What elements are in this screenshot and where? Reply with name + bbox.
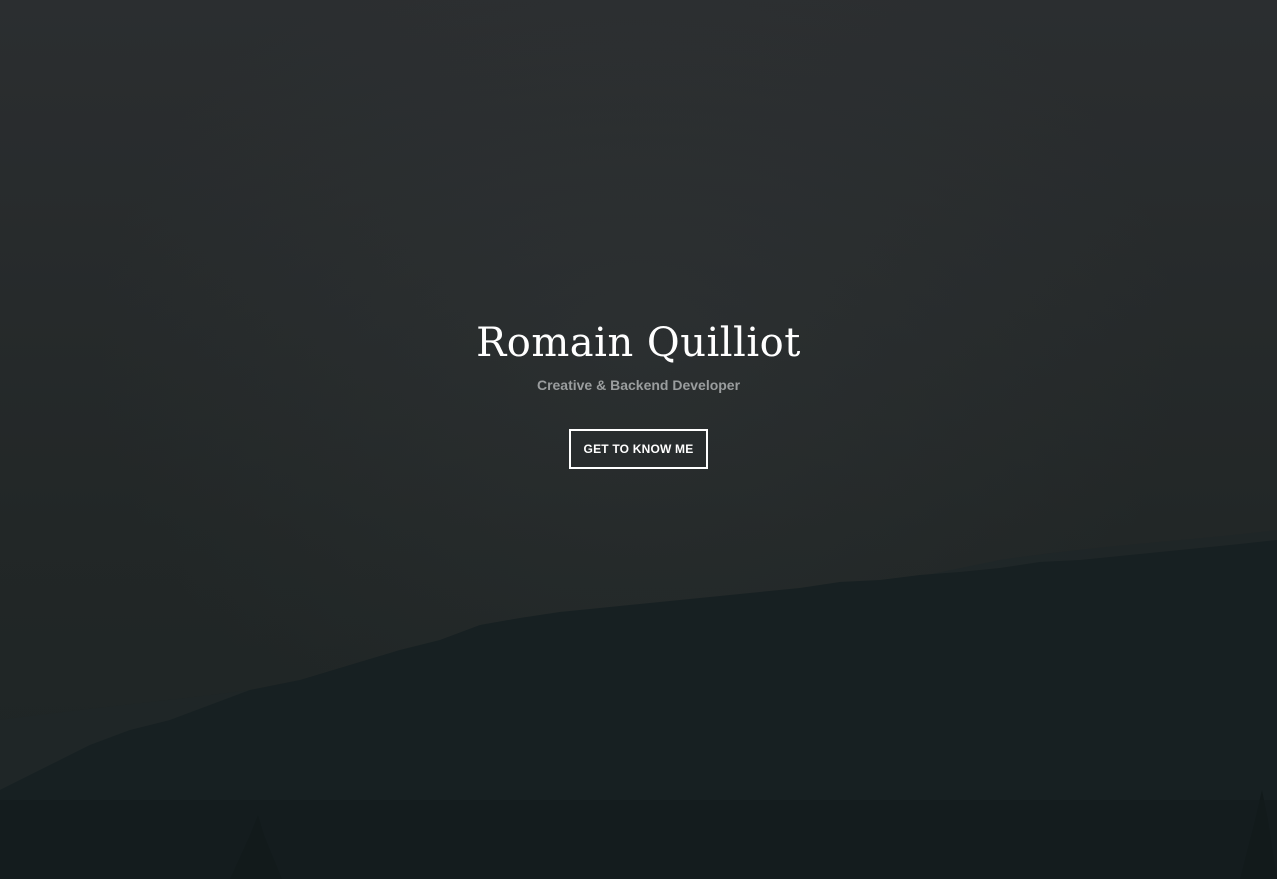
get-to-know-me-button[interactable]: GET TO KNOW ME (569, 429, 708, 469)
page-title: Romain Quilliot (476, 320, 801, 366)
hero-content: Romain Quilliot Creative & Backend Devel… (0, 318, 1277, 469)
ground-shadow (0, 800, 1277, 879)
page-subtitle: Creative & Backend Developer (536, 377, 741, 393)
